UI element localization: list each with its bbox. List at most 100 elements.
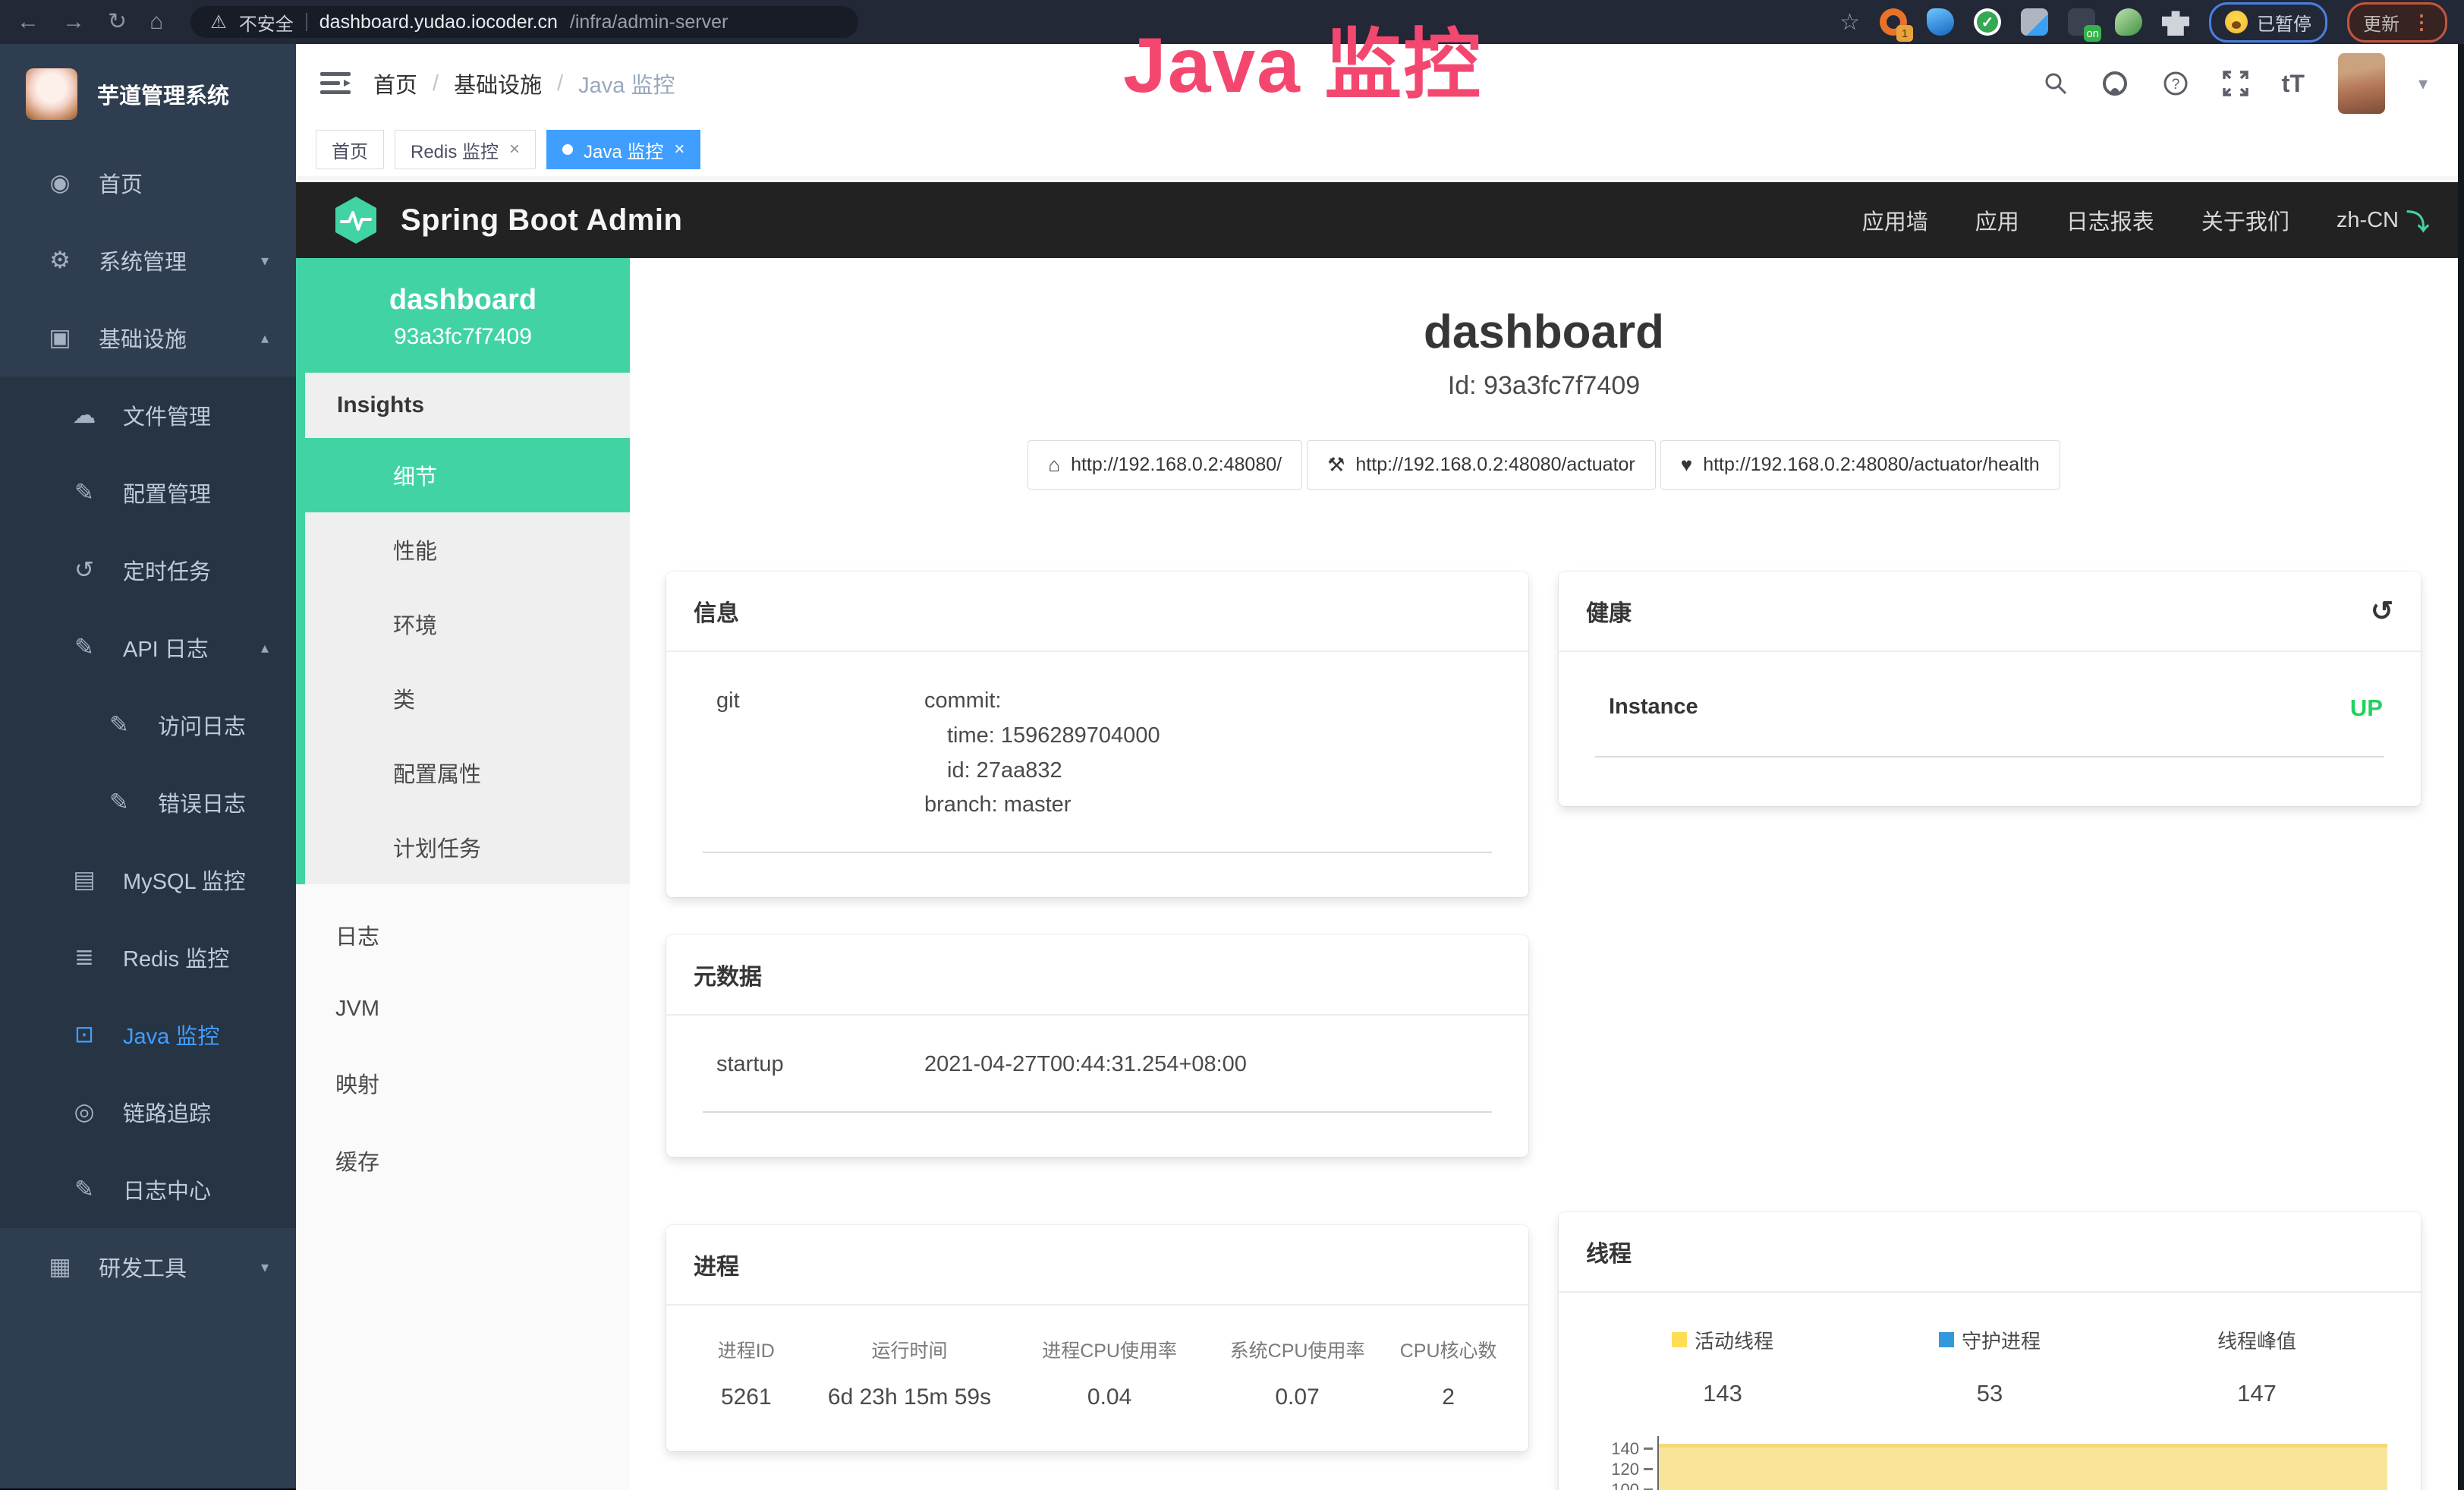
sba-item-caches[interactable]: 缓存 bbox=[296, 1122, 630, 1199]
sba-nav-about[interactable]: 关于我们 bbox=[2201, 204, 2289, 236]
sba-nav-journal[interactable]: 日志报表 bbox=[2066, 204, 2154, 236]
bookmark-star-icon[interactable]: ☆ bbox=[1839, 9, 1860, 36]
sba-item-config-props[interactable]: 配置属性 bbox=[305, 736, 630, 810]
extension-icon-leaf[interactable] bbox=[2115, 8, 2142, 36]
home-icon[interactable]: ⌂ bbox=[149, 11, 163, 33]
sidebar-item-infrastructure[interactable]: ▣ 基础设施 ▴ bbox=[0, 299, 296, 376]
hamburger-icon[interactable] bbox=[320, 71, 351, 96]
sidebar-item-dev-tools[interactable]: ▦ 研发工具 ▾ bbox=[0, 1228, 296, 1306]
live-threads-area-series bbox=[1659, 1444, 2387, 1490]
sba-nav-applications[interactable]: 应用 bbox=[1975, 204, 2019, 236]
process-table-header: 进程ID 运行时间 进程CPU使用率 系统CPU使用率 CPU核心数 bbox=[689, 1336, 1506, 1363]
extension-icon-switch[interactable]: on bbox=[2068, 8, 2095, 36]
infrastructure-submenu: ☁ 文件管理 ✎ 配置管理 ↺ 定时任务 ✎ API 日志 ▴ ✎ bbox=[0, 376, 296, 1228]
tag-java-monitor[interactable]: Java 监控 × bbox=[546, 130, 700, 169]
search-icon[interactable] bbox=[2044, 71, 2068, 96]
sba-item-classes[interactable]: 类 bbox=[305, 661, 630, 736]
service-url: http://192.168.0.2:48080/ bbox=[1071, 454, 1282, 476]
layers-icon: ≣ bbox=[68, 943, 100, 971]
instance-name: dashboard bbox=[296, 284, 630, 317]
avatar-caret-icon[interactable]: ▾ bbox=[2418, 73, 2428, 95]
sba-item-details[interactable]: 细节 bbox=[305, 438, 630, 512]
sidebar-item-label: 首页 bbox=[99, 167, 143, 199]
sba-item-mappings[interactable]: 映射 bbox=[296, 1044, 630, 1122]
live-threads-legend-swatch bbox=[1672, 1332, 1687, 1347]
screen: ← → ↻ ⌂ ⚠ 不安全 dashboard.yudao.iocoder.cn… bbox=[0, 0, 2464, 1490]
font-size-icon[interactable]: tT bbox=[2282, 70, 2305, 98]
sba-item-environment[interactable]: 环境 bbox=[305, 587, 630, 661]
metadata-key: startup bbox=[697, 1047, 924, 1082]
sidebar-item-java-monitor[interactable]: ⊡ Java 监控 bbox=[0, 996, 296, 1073]
app-logo-row[interactable]: 芋道管理系统 bbox=[0, 44, 296, 144]
extension-icon-orange[interactable]: 1 bbox=[1880, 8, 1907, 36]
sidebar-item-mysql-monitor[interactable]: ▤ MySQL 监控 bbox=[0, 841, 296, 918]
forward-icon[interactable]: → bbox=[62, 11, 85, 33]
health-card: 健康 ↺ Instance UP bbox=[1559, 572, 2421, 806]
extension-icon-green-circle[interactable]: ✓ bbox=[1974, 8, 2001, 36]
app-logo-avatar bbox=[26, 68, 77, 120]
extension-icon-grid[interactable] bbox=[2021, 8, 2048, 36]
row-divider bbox=[703, 852, 1492, 853]
sba-item-metrics[interactable]: 性能 bbox=[305, 512, 630, 587]
sidebar-item-error-logs[interactable]: ✎ 错误日志 bbox=[0, 764, 296, 841]
tag-redis-monitor[interactable]: Redis 监控 × bbox=[395, 130, 536, 169]
health-url-button[interactable]: ♥ http://192.168.0.2:48080/actuator/heal… bbox=[1660, 440, 2060, 490]
actuator-url-button[interactable]: ⚒ http://192.168.0.2:48080/actuator bbox=[1307, 440, 1656, 490]
github-icon[interactable] bbox=[2101, 70, 2129, 97]
history-icon[interactable]: ↺ bbox=[2371, 595, 2393, 627]
process-card: 进程 进程ID 运行时间 进程CPU使用率 系统CPU使用率 CPU核心数 bbox=[666, 1225, 1528, 1451]
instance-header[interactable]: dashboard 93a3fc7f7409 bbox=[296, 258, 630, 373]
sidebar-item-label: 链路追踪 bbox=[123, 1096, 211, 1128]
sidebar-item-label: 定时任务 bbox=[123, 554, 211, 586]
health-card-title: 健康 bbox=[1586, 594, 1632, 628]
threads-legend: 活动线程 守护进程 线程峰值 bbox=[1589, 1326, 2390, 1354]
tag-close-icon[interactable]: × bbox=[674, 139, 684, 160]
sidebar-item-redis-monitor[interactable]: ≣ Redis 监控 bbox=[0, 918, 296, 996]
home-icon: ⌂ bbox=[1048, 453, 1060, 477]
process-table-values: 5261 6d 23h 15m 59s 0.04 0.07 2 bbox=[689, 1384, 1506, 1410]
chrome-update-button[interactable]: 更新 ⋮ bbox=[2347, 2, 2447, 43]
breadcrumb: 首页 / 基础设施 / Java 监控 bbox=[373, 68, 675, 99]
sba-locale-select[interactable]: zh-CN ⤵ bbox=[2337, 203, 2429, 237]
daemon-threads-legend-swatch bbox=[1939, 1332, 1954, 1347]
extension-icon-pin[interactable] bbox=[1927, 8, 1954, 36]
service-url-button[interactable]: ⌂ http://192.168.0.2:48080/ bbox=[1027, 440, 1302, 490]
sidebar-item-home[interactable]: ◉ 首页 bbox=[0, 144, 296, 222]
process-uptime: 6d 23h 15m 59s bbox=[804, 1384, 1016, 1410]
sba-item-logs[interactable]: 日志 bbox=[296, 896, 630, 974]
sba-nav-wallboard[interactable]: 应用墙 bbox=[1862, 204, 1928, 236]
fullscreen-icon[interactable] bbox=[2223, 71, 2248, 96]
tag-close-icon[interactable]: × bbox=[509, 139, 520, 160]
breadcrumb-infrastructure[interactable]: 基础设施 bbox=[454, 68, 542, 99]
sidebar-item-system-mgmt[interactable]: ⚙ 系统管理 ▾ bbox=[0, 222, 296, 299]
sidebar-item-tracing[interactable]: ◎ 链路追踪 bbox=[0, 1073, 296, 1151]
sba-item-scheduled-tasks[interactable]: 计划任务 bbox=[305, 810, 630, 884]
wrench-icon: ⚒ bbox=[1327, 453, 1345, 477]
sba-header: Spring Boot Admin 应用墙 应用 日志报表 关于我们 zh-CN… bbox=[296, 182, 2464, 258]
address-bar[interactable]: ⚠ 不安全 dashboard.yudao.iocoder.cn/infra/a… bbox=[190, 6, 858, 38]
breadcrumb-home[interactable]: 首页 bbox=[373, 68, 417, 99]
extensions-puzzle-icon[interactable] bbox=[2162, 8, 2189, 36]
reload-icon[interactable]: ↻ bbox=[108, 11, 127, 33]
sidebar-item-scheduled-jobs[interactable]: ↺ 定时任务 bbox=[0, 531, 296, 609]
profile-paused-pill[interactable]: 已暂停 bbox=[2209, 2, 2327, 43]
sidebar-item-log-center[interactable]: ✎ 日志中心 bbox=[0, 1151, 296, 1228]
user-avatar[interactable] bbox=[2338, 53, 2385, 114]
page-instance-id: Id: 93a3fc7f7409 bbox=[666, 371, 2422, 401]
back-icon[interactable]: ← bbox=[17, 11, 39, 33]
actuator-url: http://192.168.0.2:48080/actuator bbox=[1355, 454, 1635, 476]
sidebar-item-api-logs[interactable]: ✎ API 日志 ▴ bbox=[0, 609, 296, 686]
sidebar-item-label: MySQL 监控 bbox=[123, 864, 246, 896]
row-divider bbox=[703, 1111, 1492, 1113]
sba-item-jvm[interactable]: JVM bbox=[296, 974, 630, 1044]
paused-label: 已暂停 bbox=[2257, 9, 2311, 36]
help-icon[interactable]: ? bbox=[2162, 70, 2189, 97]
sidebar-item-access-logs[interactable]: ✎ 访问日志 bbox=[0, 686, 296, 764]
browser-menu-icon[interactable]: ⋮ bbox=[2412, 11, 2431, 34]
sidebar-item-config-mgmt[interactable]: ✎ 配置管理 bbox=[0, 454, 296, 531]
tag-home[interactable]: 首页 bbox=[316, 130, 384, 169]
sba-brand-title: Spring Boot Admin bbox=[401, 203, 682, 238]
edit-square-icon: ✎ bbox=[68, 634, 100, 661]
sidebar-item-label: 访问日志 bbox=[158, 709, 246, 741]
sidebar-item-file-mgmt[interactable]: ☁ 文件管理 bbox=[0, 376, 296, 454]
